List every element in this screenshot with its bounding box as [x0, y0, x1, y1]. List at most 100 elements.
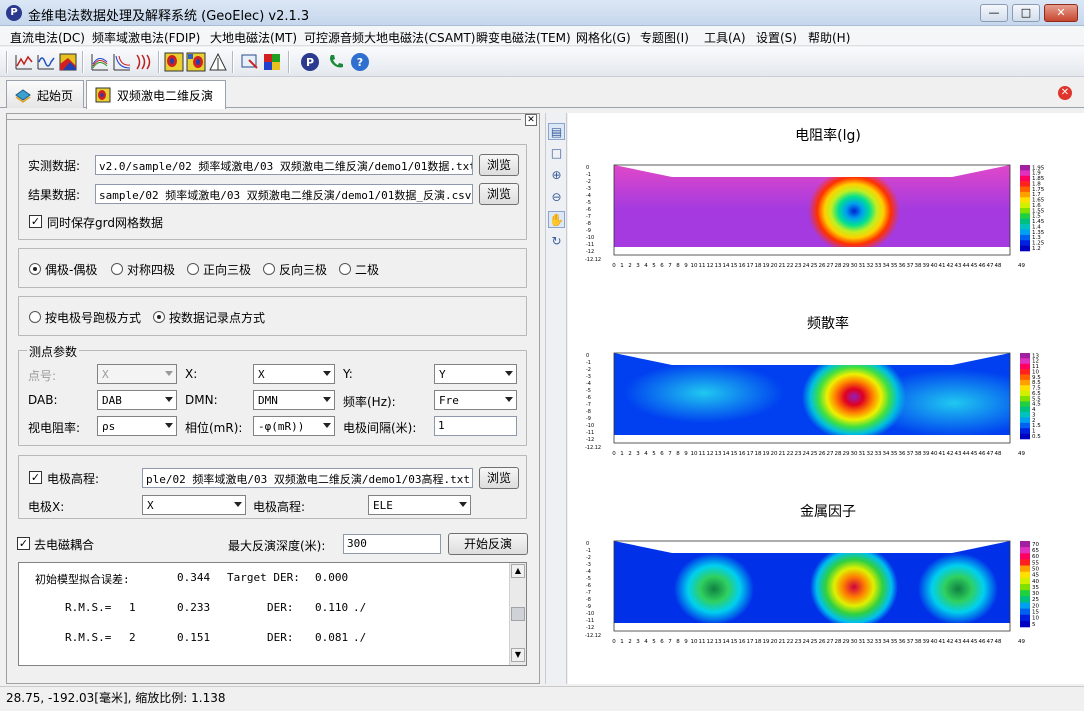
start-inversion-button[interactable]: 开始反演	[448, 533, 528, 555]
wave-chart-icon[interactable]	[36, 52, 56, 72]
phase-label: 相位(mR):	[185, 421, 243, 435]
phase-select[interactable]: -φ(mR))	[253, 416, 335, 436]
electrode-elevation-label: 电极高程:	[47, 472, 100, 486]
radio-electrode-number-mode[interactable]	[29, 311, 41, 323]
y-column-select[interactable]: Y	[434, 364, 517, 384]
logo-p-icon[interactable]: P	[300, 52, 320, 72]
menu-thematic[interactable]: 专题图(I)	[640, 29, 689, 46]
legend-swatch	[1020, 547, 1030, 554]
electrode-spacing-label: 电极间隔(米):	[343, 421, 417, 435]
menu-settings[interactable]: 设置(S)	[756, 29, 797, 46]
y-tick-label: -8	[586, 221, 591, 227]
section-map-icon[interactable]	[164, 52, 184, 72]
x-tick-label: 7	[668, 639, 672, 645]
browse-elevation-button[interactable]: 浏览	[479, 467, 519, 489]
max-depth-input[interactable]: 300	[343, 534, 441, 554]
pan-hand-icon[interactable]: ✋	[548, 211, 565, 228]
title-bar: P 金维电法数据处理及解释系统 (GeoElec) v2.1.3 — □ ✕	[0, 0, 1084, 26]
menu-fdip[interactable]: 频率域激电法(FDIP)	[92, 29, 200, 46]
scroll-thumb[interactable]	[511, 607, 525, 621]
point-number-select: X	[97, 364, 177, 384]
minimize-button[interactable]: —	[980, 4, 1008, 22]
triangle-icon[interactable]	[208, 52, 228, 72]
radio-dipole-dipole[interactable]	[29, 263, 41, 275]
color-grid-icon[interactable]	[262, 52, 282, 72]
legend-label: 25	[1032, 597, 1039, 603]
x-tick-label: 17	[747, 263, 754, 269]
radio-pole-pole[interactable]	[339, 263, 351, 275]
y-tick-label: -6	[586, 583, 591, 589]
x-tick-label: 36	[899, 451, 906, 457]
elevation-path-input[interactable]: ple/02 频率域激电/03 双频激电二维反演/demo1/03高程.txt	[142, 468, 473, 488]
menu-help[interactable]: 帮助(H)	[808, 29, 850, 46]
apparent-resistivity-select[interactable]: ρs	[97, 416, 177, 436]
legend-swatch	[1020, 412, 1030, 418]
refresh-icon[interactable]: ↻	[548, 233, 565, 250]
tab-dual-freq-ip-inversion[interactable]: 双频激电二维反演	[86, 80, 226, 109]
help-icon[interactable]: ?	[350, 52, 370, 72]
layer-color-icon[interactable]	[58, 52, 78, 72]
multi-line-icon[interactable]	[90, 52, 110, 72]
x-tick-label: 42	[947, 451, 954, 457]
curve-icon[interactable]	[112, 52, 132, 72]
browse-result-button[interactable]: 浏览	[479, 183, 519, 205]
dmn-select[interactable]: DMN	[253, 390, 335, 410]
x-tick-label: 4	[644, 451, 648, 457]
legend-label: 60	[1032, 554, 1039, 560]
menu-csamt[interactable]: 可控源音频大地电磁法(CSAMT)	[304, 29, 475, 46]
scroll-down-icon[interactable]: ▼	[511, 648, 525, 662]
anomaly-contour	[674, 553, 754, 625]
x-tick-label: 34	[883, 639, 890, 645]
section-map-2-icon[interactable]	[186, 52, 206, 72]
electrode-spacing-input[interactable]: 1	[434, 416, 517, 436]
dab-select[interactable]: DAB	[97, 390, 177, 410]
log-scrollbar[interactable]: ▲ ▼	[509, 563, 526, 665]
point-number-label: 点号:	[28, 369, 57, 383]
elevation-group: ✓ 电极高程: ple/02 频率域激电/03 双频激电二维反演/demo1/0…	[18, 455, 527, 519]
zoom-window-icon[interactable]: □	[548, 145, 565, 162]
y-tick-label: -9	[586, 604, 591, 610]
zoom-out-icon[interactable]: ⊖	[548, 189, 565, 206]
frequency-select[interactable]: Fre	[434, 390, 517, 410]
x-tick-label: 37	[907, 451, 914, 457]
electrode-x-select[interactable]: X	[142, 495, 246, 515]
save-grd-checkbox[interactable]: ✓	[29, 215, 42, 228]
radio-schlumberger[interactable]	[111, 263, 123, 275]
document-tab-bar: 起始页 双频激电二维反演 ✕	[0, 78, 1084, 109]
radio-forward-pole-dipole[interactable]	[187, 263, 199, 275]
menu-tem[interactable]: 瞬变电磁法(TEM)	[476, 29, 571, 46]
close-window-button[interactable]: ✕	[1044, 4, 1078, 22]
x-axis-end-label: 49	[1018, 451, 1025, 457]
close-panel-icon[interactable]: ✕	[525, 114, 537, 126]
radio-reverse-pole-dipole[interactable]	[263, 263, 275, 275]
zoom-in-icon[interactable]: ⊕	[548, 167, 565, 184]
scroll-up-icon[interactable]: ▲	[511, 564, 525, 578]
electrode-elevation-checkbox[interactable]: ✓	[29, 471, 42, 484]
maximize-button[interactable]: □	[1012, 4, 1040, 22]
remove-em-coupling-checkbox[interactable]: ✓	[17, 537, 30, 550]
close-tab-icon[interactable]: ✕	[1058, 86, 1072, 100]
x-tick-label: 26	[819, 639, 826, 645]
export-icon[interactable]	[240, 52, 260, 72]
phone-icon[interactable]	[326, 52, 346, 72]
measured-data-path-input[interactable]: v2.0/sample/02 频率域激电/03 双频激电二维反演/demo1/0…	[95, 155, 473, 175]
menu-gridding[interactable]: 网格化(G)	[576, 29, 631, 46]
menu-dc[interactable]: 直流电法(DC)	[10, 29, 85, 46]
result-data-path-input[interactable]: sample/02 频率域激电/03 双频激电二维反演/demo1/01数据_反…	[95, 184, 473, 204]
x-tick-label: 45	[971, 263, 978, 269]
line-chart-icon[interactable]	[14, 52, 34, 72]
browse-measured-button[interactable]: 浏览	[479, 154, 519, 176]
profile-icon[interactable]	[134, 52, 154, 72]
menu-mt[interactable]: 大地电磁法(MT)	[210, 29, 297, 46]
tab-start-page[interactable]: 起始页	[6, 80, 84, 108]
radio-record-point-mode[interactable]	[153, 311, 165, 323]
x-tick-label: 15	[731, 263, 738, 269]
fit-view-icon[interactable]: ▤	[548, 123, 565, 140]
x-tick-label: 41	[939, 451, 946, 457]
menu-tools[interactable]: 工具(A)	[704, 29, 746, 46]
legend-label: 40	[1032, 579, 1039, 585]
x-column-select[interactable]: X	[253, 364, 335, 384]
x-tick-label: 42	[947, 263, 954, 269]
x-tick-label: 5	[652, 639, 656, 645]
electrode-elevation-select[interactable]: ELE	[368, 495, 471, 515]
